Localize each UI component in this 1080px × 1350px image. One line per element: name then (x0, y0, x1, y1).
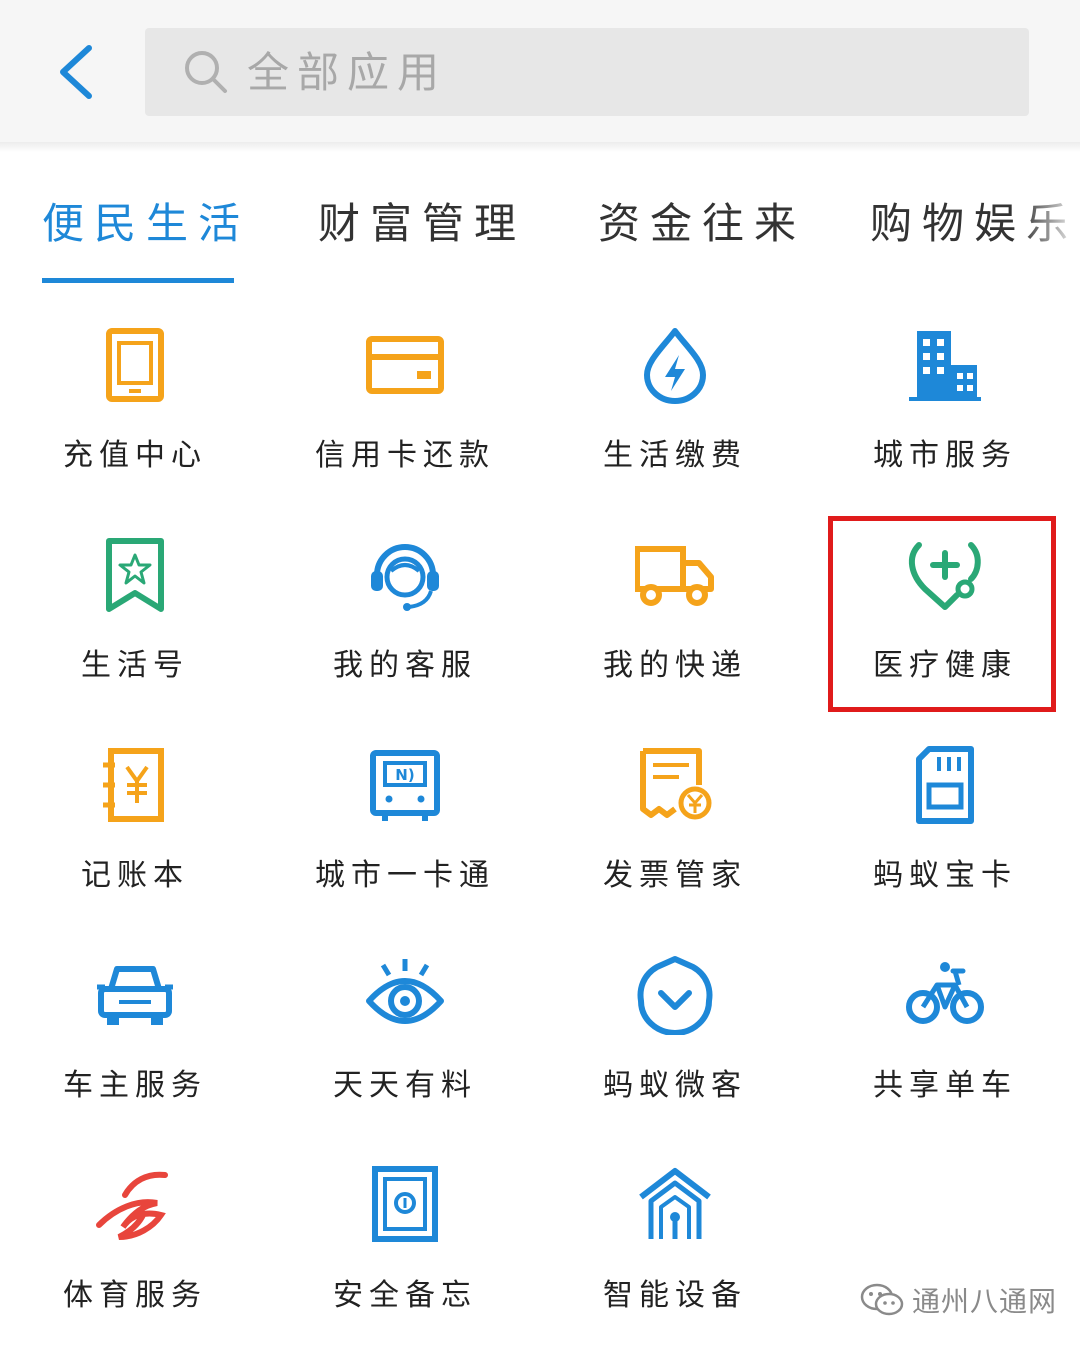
app-label: 发票管家 (603, 858, 747, 893)
tab-shopping-entertainment[interactable]: 购物娱乐 (870, 190, 1078, 251)
safe-box-icon (365, 1165, 445, 1245)
sim-card-icon (905, 745, 985, 825)
header-divider (0, 142, 1080, 152)
app-label: 蚂蚁宝卡 (873, 858, 1017, 893)
app-city-card[interactable]: N) 城市一卡通 (270, 730, 540, 940)
app-ant-micro-agent[interactable]: 蚂蚁微客 (540, 940, 810, 1150)
app-label: 医疗健康 (873, 648, 1017, 683)
yuan-ledger-icon (95, 745, 175, 825)
app-ant-sim-card[interactable]: 蚂蚁宝卡 (810, 730, 1080, 940)
app-label: 我的快递 (603, 648, 747, 683)
app-label: 安全备忘 (333, 1278, 477, 1313)
tablet-recharge-icon (95, 325, 175, 405)
city-buildings-icon (905, 325, 985, 405)
search-icon (181, 47, 231, 97)
app-ledger[interactable]: 记账本 (0, 730, 270, 940)
smart-home-icon (635, 1165, 715, 1245)
active-tab-indicator (42, 278, 234, 283)
car-icon (95, 955, 175, 1035)
app-customer-service[interactable]: 我的客服 (270, 520, 540, 730)
headset-agent-icon (365, 535, 445, 615)
app-car-owner-services[interactable]: 车主服务 (0, 940, 270, 1150)
app-city-services[interactable]: 城市服务 (810, 310, 1080, 520)
tab-fund-transfer[interactable]: 资金往来 (598, 190, 806, 251)
app-directory-page: 便民生活 财富管理 资金往来 购物娱乐 充值中心 (0, 0, 1080, 1350)
watermark: 通州八通网 (860, 1280, 1057, 1320)
app-utility-payment[interactable]: 生活缴费 (540, 310, 810, 520)
app-smart-devices[interactable]: 智能设备 (540, 1150, 810, 1350)
back-button[interactable] (40, 32, 110, 112)
app-my-express[interactable]: 我的快递 (540, 520, 810, 730)
tab-convenience-life[interactable]: 便民生活 (42, 190, 250, 251)
app-label: 城市一卡通 (315, 858, 495, 893)
app-label: 蚂蚁微客 (603, 1068, 747, 1103)
app-label: 记账本 (81, 858, 189, 893)
app-label: 生活缴费 (603, 438, 747, 473)
nfc-transit-card-icon: N) (365, 745, 445, 825)
back-arrow-icon (60, 45, 92, 99)
app-label: 智能设备 (603, 1278, 747, 1313)
shield-chevron-icon (635, 955, 715, 1035)
app-label: 车主服务 (63, 1068, 207, 1103)
watermark-text: 通州八通网 (912, 1285, 1058, 1318)
app-recharge-center[interactable]: 充值中心 (0, 310, 270, 520)
stethoscope-plus-icon (905, 535, 985, 615)
bicycle-icon (905, 955, 985, 1035)
app-label: 天天有料 (333, 1068, 477, 1103)
water-drop-lightning-icon (635, 325, 715, 405)
app-label: 信用卡还款 (315, 438, 495, 473)
invoice-yuan-icon (635, 745, 715, 825)
app-security-memo[interactable]: 安全备忘 (270, 1150, 540, 1350)
app-label: 生活号 (81, 648, 189, 683)
app-daily-news[interactable]: 天天有料 (270, 940, 540, 1150)
search-input[interactable] (245, 46, 989, 98)
wechat-icon (860, 1283, 904, 1316)
app-invoice-manager[interactable]: 发票管家 (540, 730, 810, 940)
app-label: 我的客服 (333, 648, 477, 683)
credit-card-icon (365, 325, 445, 405)
search-box[interactable] (145, 28, 1029, 116)
app-label: 城市服务 (873, 438, 1017, 473)
app-label: 体育服务 (63, 1278, 207, 1313)
tab-wealth-management[interactable]: 财富管理 (318, 190, 526, 251)
app-label: 共享单车 (873, 1068, 1017, 1103)
bookmark-star-icon (95, 535, 175, 615)
svg-text:N): N) (395, 766, 414, 784)
eye-watch-icon (365, 955, 445, 1035)
sports-logo-icon (95, 1165, 175, 1245)
app-label: 充值中心 (63, 438, 207, 473)
app-life-account[interactable]: 生活号 (0, 520, 270, 730)
delivery-truck-icon (635, 535, 715, 615)
app-sports-services[interactable]: 体育服务 (0, 1150, 270, 1350)
app-medical-health[interactable]: 医疗健康 (810, 520, 1080, 730)
category-tabs: 便民生活 财富管理 资金往来 购物娱乐 (0, 160, 1080, 290)
header-bar (0, 0, 1080, 142)
app-shared-bike[interactable]: 共享单车 (810, 940, 1080, 1150)
app-credit-card-repay[interactable]: 信用卡还款 (270, 310, 540, 520)
